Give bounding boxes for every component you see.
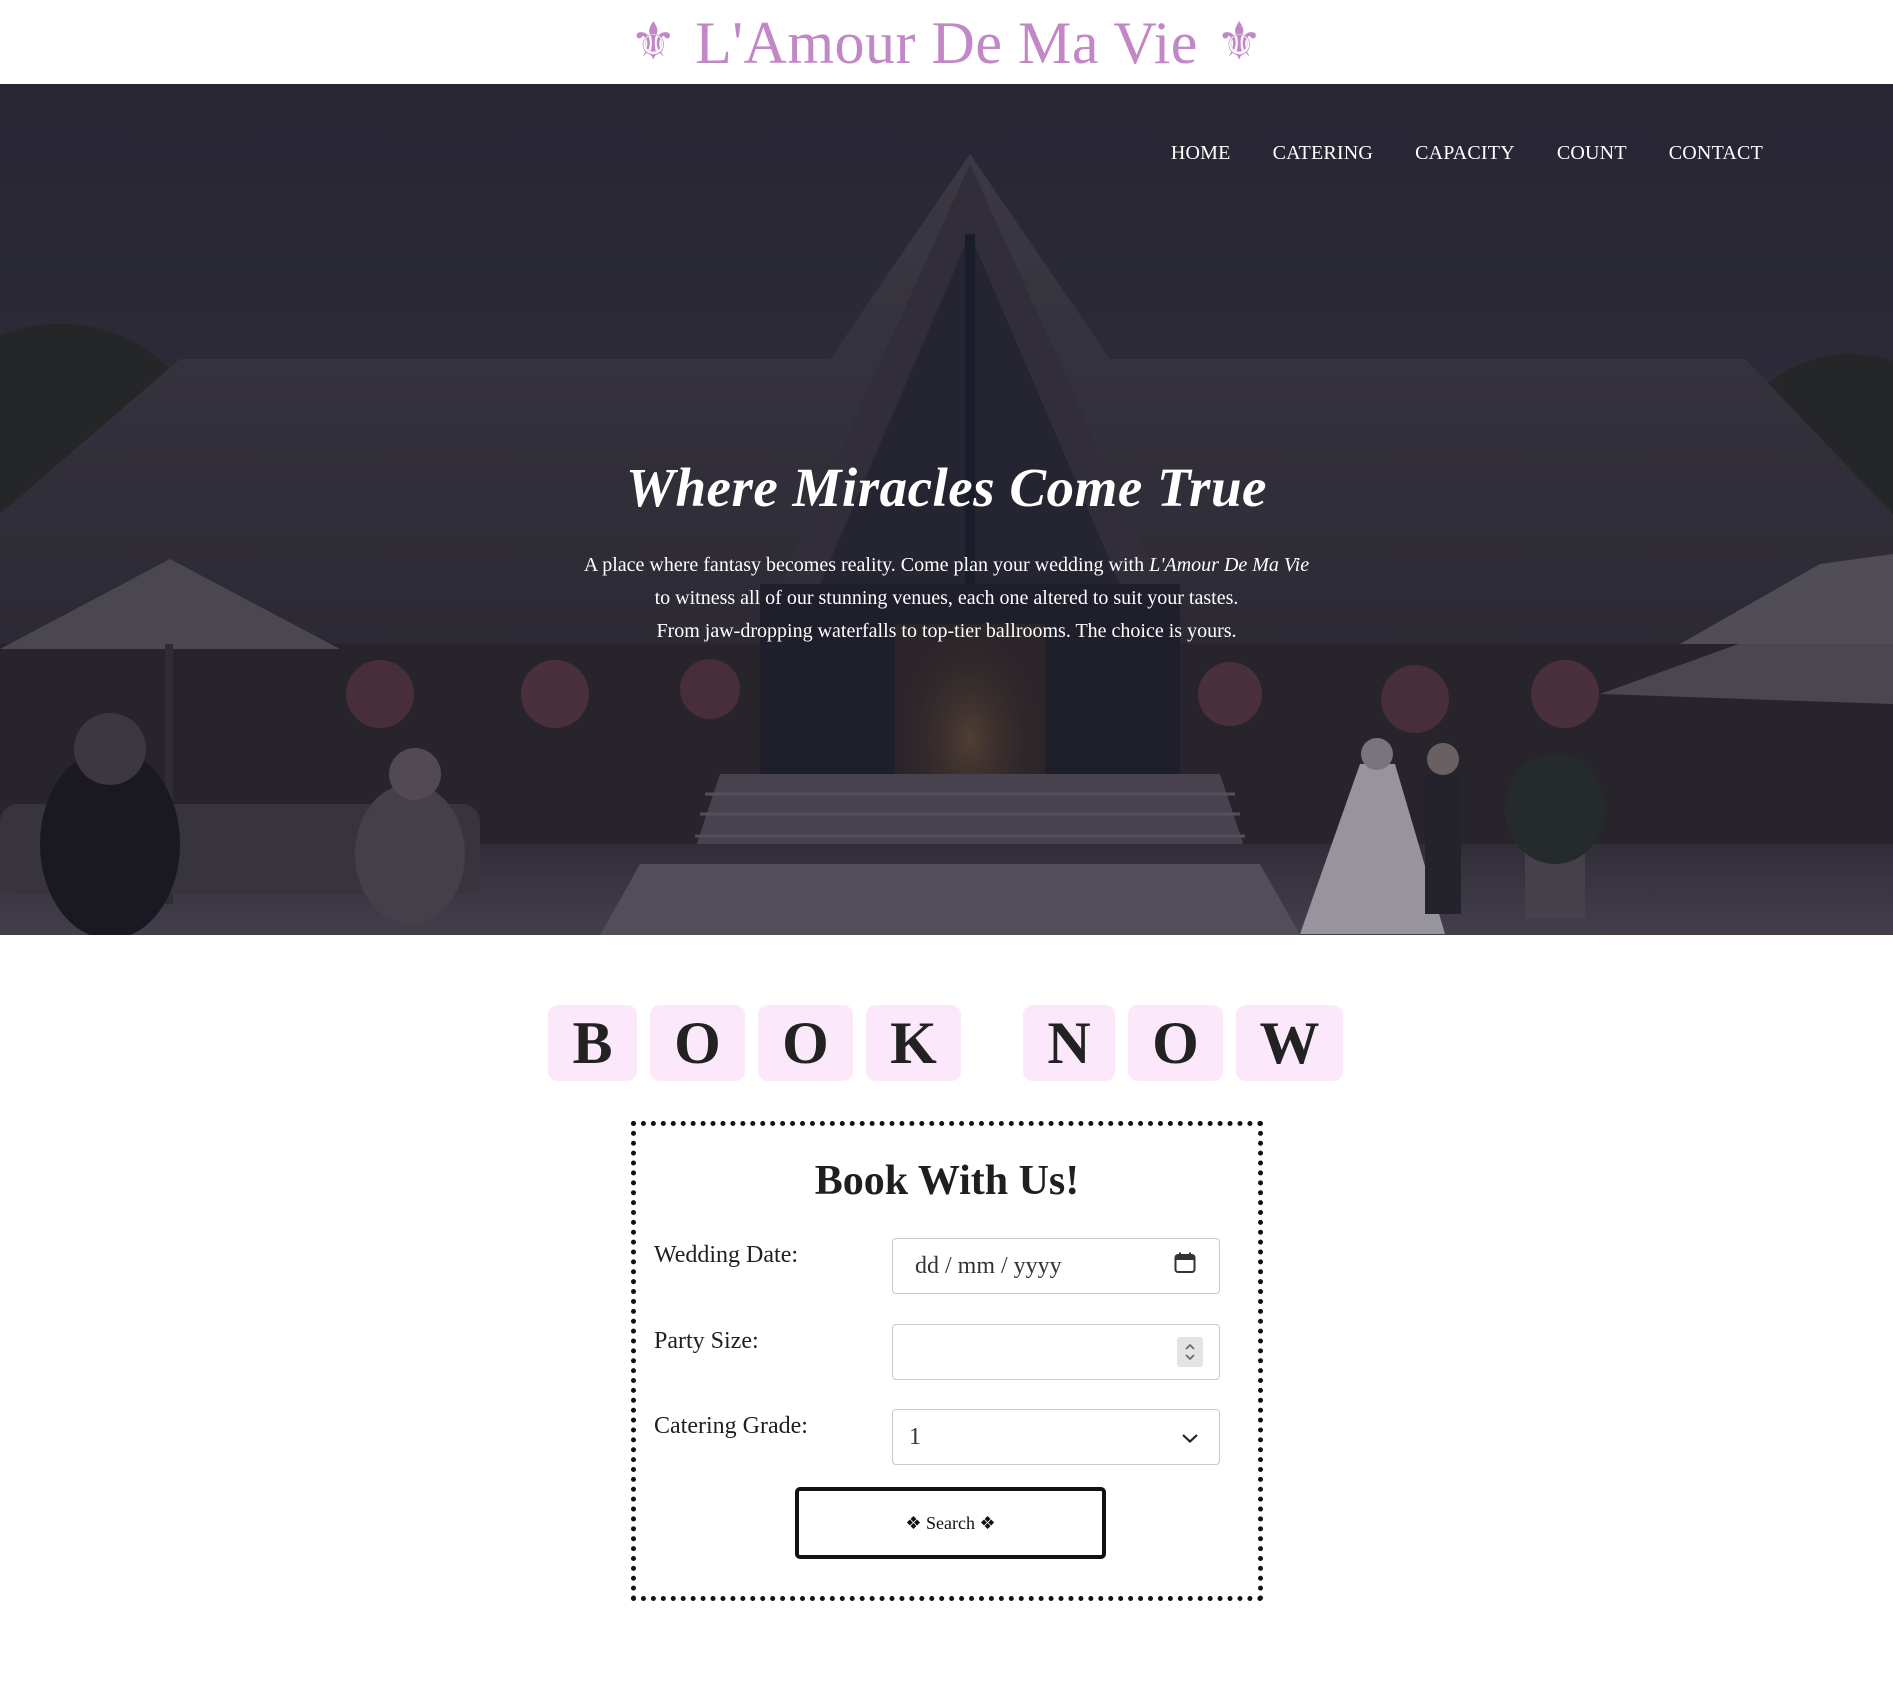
wedding-date-label: Wedding Date: [654,1242,799,1268]
book-now-letter: B [548,1005,637,1081]
chevron-down-icon [1181,1424,1199,1451]
hero-line-3: From jaw-dropping waterfalls to top-tier… [656,620,1237,642]
nav-home[interactable]: HOME [1171,142,1231,165]
hero-line-1-text: A place where fantasy becomes reality. C… [583,554,1150,576]
nav-catering[interactable]: CATERING [1273,142,1374,165]
hero-line-1: A place where fantasy becomes reality. C… [0,549,1893,582]
party-size-row: Party Size: [654,1324,1220,1380]
wedding-date-input[interactable]: dd / mm / yyyy [892,1238,1220,1294]
site-header: ⚜ L'Amour De Ma Vie ⚜ [0,0,1893,84]
number-spinner-icon[interactable] [1177,1337,1203,1367]
catering-grade-label: Catering Grade: [654,1413,808,1439]
search-button[interactable]: ❖ Search ❖ [795,1487,1106,1559]
hero-line-2: to witness all of our stunning venues, e… [654,587,1239,609]
site-title[interactable]: L'Amour De Ma Vie [695,13,1198,73]
book-now-letter: W [1236,1005,1343,1081]
catering-grade-row: Catering Grade: 1 [654,1409,1220,1465]
book-now-letter: O [758,1005,853,1081]
main-nav: HOME CATERING CAPACITY COUNT CONTACT [1171,142,1763,165]
booking-form: Book With Us! Wedding Date: dd / mm / yy… [631,1121,1263,1601]
catering-grade-value: 1 [909,1423,921,1450]
book-now-letter: O [650,1005,745,1081]
party-size-input[interactable] [892,1324,1220,1380]
fleur-de-lis-icon: ⚜ [629,14,678,71]
wedding-date-row: Wedding Date: dd / mm / yyyy [654,1238,1220,1294]
book-now-letter: N [1023,1005,1115,1081]
book-now-letter: K [866,1005,961,1081]
wedding-date-placeholder: dd / mm / yyyy [915,1252,1062,1279]
booking-form-title: Book With Us! [814,1158,1080,1204]
nav-capacity[interactable]: CAPACITY [1415,142,1515,165]
book-now-letter: O [1128,1005,1223,1081]
fleur-de-lis-icon: ⚜ [1215,14,1264,71]
hero-brand-mention: L'Amour De Ma Vie [1149,554,1310,576]
nav-count[interactable]: COUNT [1557,142,1627,165]
hero-section: HOME CATERING CAPACITY COUNT CONTACT Whe… [0,84,1893,935]
nav-contact[interactable]: CONTACT [1669,142,1763,165]
hero-description: A place where fantasy becomes reality. C… [0,549,1893,648]
calendar-icon[interactable] [1173,1251,1197,1282]
catering-grade-select[interactable]: 1 [892,1409,1220,1465]
hero-title: Where Miracles Come True [626,457,1267,518]
party-size-label: Party Size: [654,1328,759,1354]
book-now-heading: B O O K N O W [548,1005,1356,1081]
hero-content: Where Miracles Come True A place where f… [0,456,1893,648]
